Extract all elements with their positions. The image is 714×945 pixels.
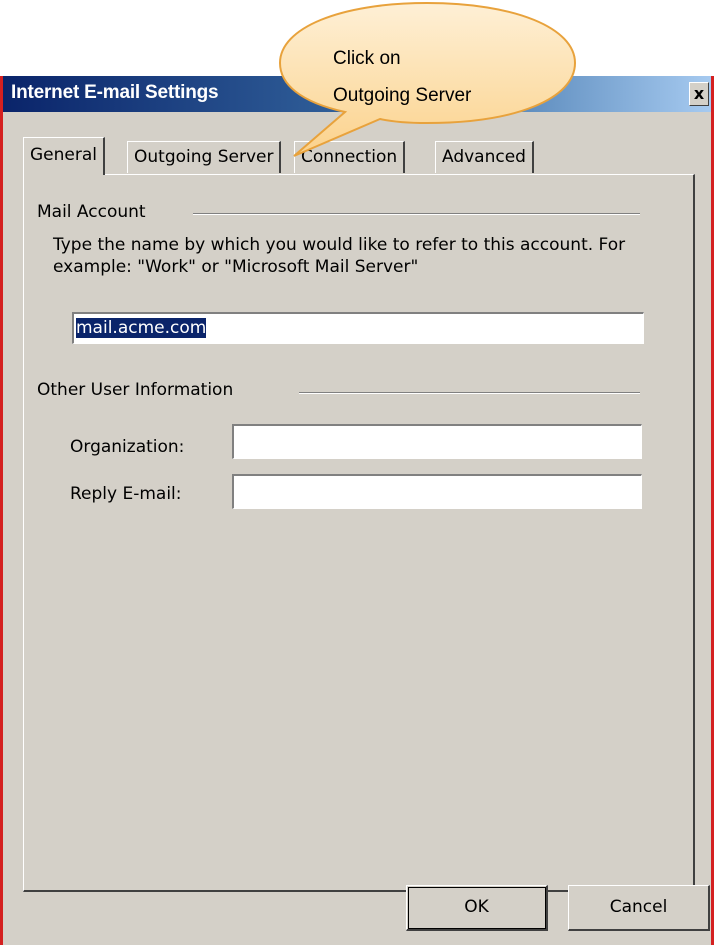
reply-email-label: Reply E-mail: [70, 484, 182, 504]
mail-account-description: Type the name by which you would like to… [53, 235, 626, 277]
account-name-value: mail.acme.com [76, 318, 207, 338]
callout-text: Click on Outgoing Server [333, 40, 471, 114]
window-title: Internet E-mail Settings [11, 82, 219, 103]
other-user-info-group-label: Other User Information [37, 380, 246, 400]
tab-panel-general [23, 174, 695, 892]
mail-account-group-label: Mail Account [37, 202, 158, 222]
group-divider [193, 213, 640, 215]
close-icon[interactable]: x [689, 82, 709, 106]
group-divider [299, 392, 640, 394]
organization-label: Organization: [70, 437, 185, 457]
ok-button[interactable]: OK [406, 885, 548, 931]
tab-outgoing-server[interactable]: Outgoing Server [127, 141, 282, 173]
reply-email-field[interactable] [232, 474, 642, 509]
callout-line-1: Click on [333, 48, 401, 69]
tab-general[interactable]: General [23, 137, 105, 175]
account-name-field[interactable]: mail.acme.com [72, 312, 644, 344]
email-settings-dialog: Internet E-mail Settings x General Outgo… [0, 76, 714, 945]
cancel-button[interactable]: Cancel [568, 885, 710, 931]
callout-line-2: Outgoing Server [333, 85, 472, 106]
organization-field[interactable] [232, 424, 642, 459]
